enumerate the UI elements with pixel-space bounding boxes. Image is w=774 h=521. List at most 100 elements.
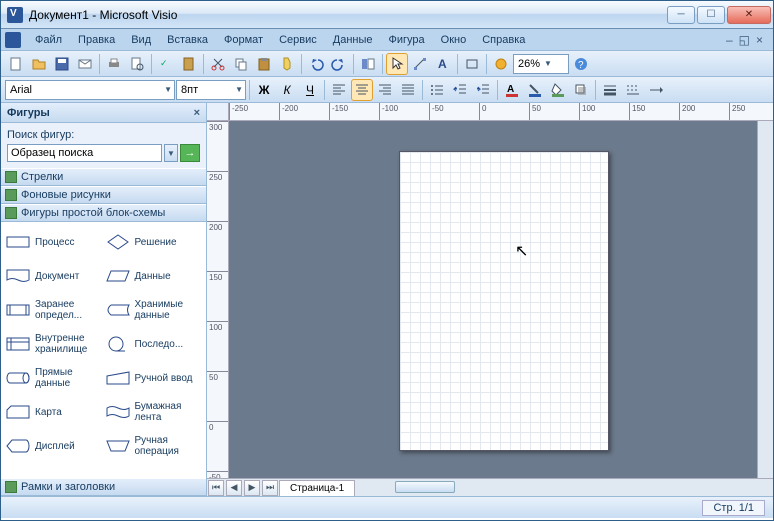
- shape-paper-tape[interactable]: Бумажная лента: [105, 396, 203, 428]
- search-label: Поиск фигур:: [7, 129, 200, 141]
- drawing-page[interactable]: [399, 151, 609, 451]
- redo-button[interactable]: [328, 53, 350, 75]
- print-button[interactable]: [103, 53, 125, 75]
- text-tool-button[interactable]: A: [432, 53, 454, 75]
- stencil-flowchart[interactable]: Фигуры простой блок-схемы: [1, 204, 206, 222]
- statusbar: Стр. 1/1: [1, 496, 773, 518]
- menubar: Файл Правка Вид Вставка Формат Сервис Да…: [1, 29, 773, 51]
- drawing-viewport[interactable]: ↖: [229, 121, 757, 478]
- shape-document[interactable]: Документ: [5, 260, 103, 292]
- align-right-button[interactable]: [374, 79, 396, 101]
- line-pattern-button[interactable]: [622, 79, 644, 101]
- shape-card[interactable]: Карта: [5, 396, 103, 428]
- cut-button[interactable]: [207, 53, 229, 75]
- size-combo[interactable]: 8пт▼: [176, 80, 246, 100]
- horizontal-ruler[interactable]: -250-200-150-100-50050100150200250300350…: [229, 103, 773, 121]
- shape-predefined[interactable]: Заранее определ...: [5, 294, 103, 326]
- align-center-button[interactable]: [351, 79, 373, 101]
- italic-button[interactable]: К: [276, 79, 298, 101]
- align-left-button[interactable]: [328, 79, 350, 101]
- mail-button[interactable]: [74, 53, 96, 75]
- undo-button[interactable]: [305, 53, 327, 75]
- format-painter-button[interactable]: [276, 53, 298, 75]
- stencil-icon: [5, 171, 17, 183]
- underline-button[interactable]: Ч: [299, 79, 321, 101]
- menu-file[interactable]: Файл: [27, 32, 70, 48]
- shapes-window-button[interactable]: [357, 53, 379, 75]
- size-value: 8пт: [181, 84, 198, 96]
- menu-format[interactable]: Формат: [216, 32, 271, 48]
- search-dropdown-button[interactable]: ▼: [164, 144, 178, 162]
- decrease-indent-button[interactable]: [449, 79, 471, 101]
- shape-decision[interactable]: Решение: [105, 226, 203, 258]
- save-button[interactable]: [51, 53, 73, 75]
- font-combo[interactable]: Arial▼: [5, 80, 175, 100]
- menu-view[interactable]: Вид: [123, 32, 159, 48]
- pointer-tool-button[interactable]: [386, 53, 408, 75]
- shadow-button[interactable]: [570, 79, 592, 101]
- align-justify-button[interactable]: [397, 79, 419, 101]
- scrollbar-thumb[interactable]: [395, 481, 455, 493]
- tab-first-button[interactable]: ⏮: [208, 480, 224, 496]
- stencil-frames[interactable]: Рамки и заголовки: [1, 478, 206, 496]
- shape-process[interactable]: Процесс: [5, 226, 103, 258]
- minimize-button[interactable]: ─: [667, 6, 695, 24]
- new-button[interactable]: [5, 53, 27, 75]
- shape-manual-input[interactable]: Ручной ввод: [105, 362, 203, 394]
- shape-stored-data[interactable]: Хранимые данные: [105, 294, 203, 326]
- page-status: Стр. 1/1: [702, 500, 765, 516]
- stencil-arrows[interactable]: Стрелки: [1, 168, 206, 186]
- shape-internal-storage[interactable]: Внутренне хранилище: [5, 328, 103, 360]
- menu-window[interactable]: Окно: [433, 32, 475, 48]
- spelling-button[interactable]: ✓: [155, 53, 177, 75]
- preview-button[interactable]: [126, 53, 148, 75]
- vertical-ruler[interactable]: 300250200150100500-50: [207, 121, 229, 478]
- shape-data[interactable]: Данные: [105, 260, 203, 292]
- line-weight-button[interactable]: [599, 79, 621, 101]
- connector-tool-button[interactable]: [409, 53, 431, 75]
- tab-last-button[interactable]: ⏭: [262, 480, 278, 496]
- tab-prev-button[interactable]: ◀: [226, 480, 242, 496]
- line-ends-button[interactable]: [645, 79, 667, 101]
- menu-help[interactable]: Справка: [474, 32, 533, 48]
- maximize-button[interactable]: ☐: [697, 6, 725, 24]
- doc-minimize-button[interactable]: –: [726, 33, 733, 47]
- help-button[interactable]: ?: [570, 53, 592, 75]
- page-tab-1[interactable]: Страница-1: [279, 480, 355, 496]
- doc-close-button[interactable]: ×: [756, 33, 763, 47]
- stencil-backgrounds[interactable]: Фоновые рисунки: [1, 186, 206, 204]
- fill-color-button[interactable]: [547, 79, 569, 101]
- panel-close-button[interactable]: ×: [194, 107, 200, 119]
- rectangle-tool-button[interactable]: [461, 53, 483, 75]
- zoom-combo[interactable]: 26%▼: [513, 54, 569, 74]
- stencil-label: Стрелки: [21, 171, 63, 183]
- horizontal-scrollbar[interactable]: [355, 479, 773, 496]
- window-title: Документ1 - Microsoft Visio: [29, 8, 667, 22]
- tab-next-button[interactable]: ▶: [244, 480, 260, 496]
- vertical-scrollbar[interactable]: [757, 121, 773, 478]
- bullets-button[interactable]: [426, 79, 448, 101]
- doc-restore-button[interactable]: ◱: [739, 33, 750, 47]
- menu-data[interactable]: Данные: [325, 32, 381, 48]
- copy-button[interactable]: [230, 53, 252, 75]
- menu-edit[interactable]: Правка: [70, 32, 123, 48]
- shape-display[interactable]: Дисплей: [5, 430, 103, 462]
- shape-manual-operation[interactable]: Ручная операция: [105, 430, 203, 462]
- font-color-button[interactable]: A: [501, 79, 523, 101]
- open-button[interactable]: [28, 53, 50, 75]
- search-go-button[interactable]: →: [180, 144, 200, 162]
- paste-button[interactable]: [253, 53, 275, 75]
- menu-shape[interactable]: Фигура: [381, 32, 433, 48]
- close-button[interactable]: ✕: [727, 6, 771, 24]
- shape-sequential[interactable]: Последо...: [105, 328, 203, 360]
- menu-tools[interactable]: Сервис: [271, 32, 325, 48]
- research-button[interactable]: [178, 53, 200, 75]
- increase-indent-button[interactable]: [472, 79, 494, 101]
- bold-button[interactable]: Ж: [253, 79, 275, 101]
- theme-button[interactable]: [490, 53, 512, 75]
- shape-direct-data[interactable]: Прямые данные: [5, 362, 103, 394]
- search-input[interactable]: [7, 144, 162, 162]
- menu-insert[interactable]: Вставка: [159, 32, 216, 48]
- line-color-button[interactable]: [524, 79, 546, 101]
- control-icon[interactable]: [5, 32, 21, 48]
